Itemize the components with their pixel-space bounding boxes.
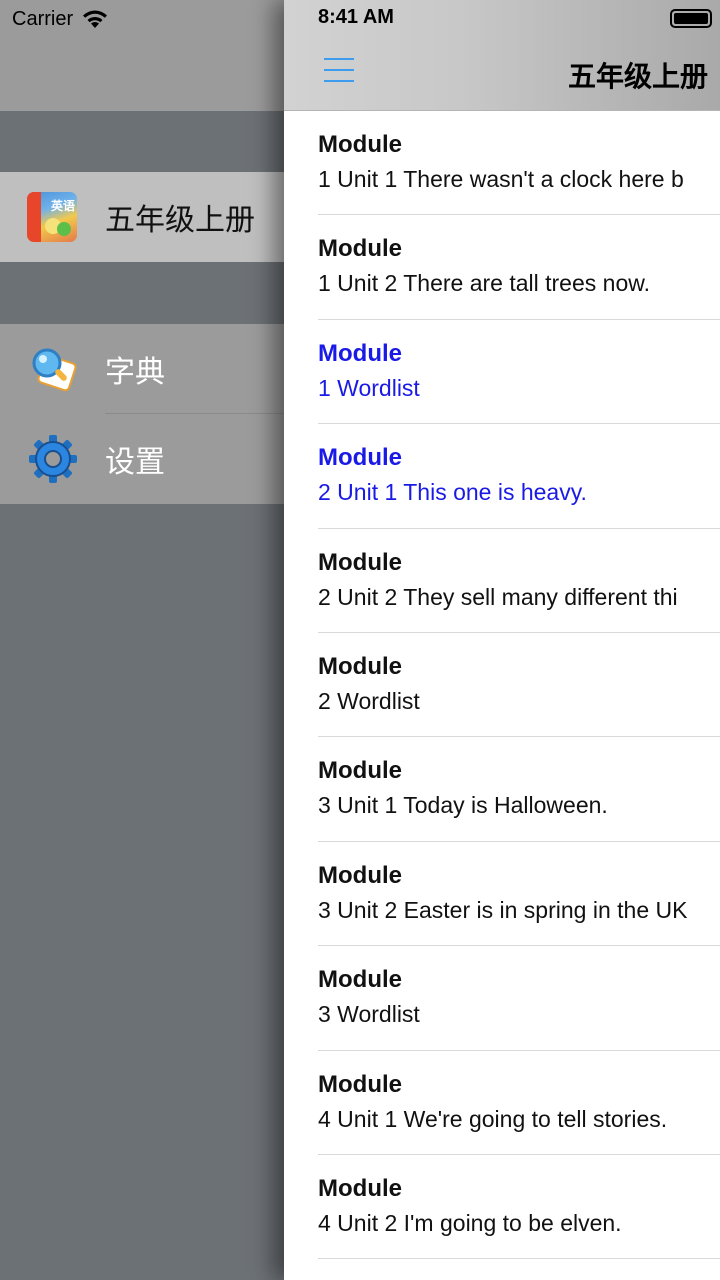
list-item[interactable]: Module 3 Unit 1 Today is Halloween. — [284, 737, 720, 843]
list-item[interactable]: Module 1 Unit 2 There are tall trees now… — [284, 215, 720, 321]
app-screen: Carrier 英语 五年级上册 字典 设置 8:41 AM 五年级上册 Mod… — [0, 0, 720, 1280]
list-item-title: Module — [318, 861, 402, 889]
side-menu-item-book[interactable]: 英语 五年级上册 — [0, 172, 300, 262]
list-item[interactable]: Module 4 Unit 1 We're going to tell stor… — [284, 1051, 720, 1156]
list-item-subtitle: 1 Wordlist — [318, 374, 420, 401]
status-bar-left: Carrier — [12, 6, 109, 32]
list-item-subtitle: 2 Unit 1 This one is heavy. — [318, 479, 587, 506]
list-item-subtitle: 3 Unit 1 Today is Halloween. — [318, 792, 608, 819]
list-item-subtitle: 4 Unit 2 I'm going to be elven. — [318, 1209, 622, 1236]
status-time: 8:41 AM — [318, 6, 394, 28]
main-panel: 8:41 AM 五年级上册 Module 1 Unit 1 There wasn… — [284, 0, 720, 1280]
list-item-title: Module — [318, 757, 402, 785]
side-menu-header: Carrier — [0, 0, 300, 111]
list-item[interactable]: Module 1 Unit 1 There wasn't a clock her… — [284, 111, 720, 216]
list-item-subtitle: 2 Unit 2 They sell many different thi — [318, 583, 678, 610]
list-item-title: Module — [318, 548, 402, 576]
gear-icon — [29, 435, 77, 483]
wifi-icon — [83, 10, 108, 28]
list-item-title: Module — [318, 444, 402, 472]
side-menu-item-label: 字典 — [105, 356, 165, 389]
list-item[interactable]: Module 4 Unit 2 I'm going to be elven. — [284, 1155, 720, 1260]
page-title: 五年级上册 — [568, 61, 709, 92]
list-item-subtitle: 3 Unit 2 Easter is in spring in the UK — [318, 896, 688, 923]
lesson-list: Module 1 Unit 1 There wasn't a clock her… — [284, 111, 720, 1260]
side-menu: Carrier 英语 五年级上册 字典 设置 — [0, 0, 300, 1280]
english-book-cover-icon: 英语 — [27, 192, 77, 242]
list-item-title: Module — [318, 1070, 402, 1098]
side-menu-item-label: 设置 — [105, 446, 165, 479]
side-menu-item-settings[interactable]: 设置 — [0, 414, 300, 504]
list-item-title: Module — [318, 652, 402, 680]
list-item[interactable]: Module 3 Unit 2 Easter is in spring in t… — [284, 842, 720, 947]
side-menu-item-label: 五年级上册 — [105, 204, 255, 237]
list-item[interactable]: Module 2 Unit 1 This one is heavy. — [284, 424, 720, 529]
list-item-subtitle: 4 Unit 1 We're going to tell stories. — [318, 1105, 668, 1132]
hamburger-menu-icon[interactable] — [324, 58, 354, 84]
carrier-label: Carrier — [12, 7, 74, 30]
list-item[interactable]: Module 3 Wordlist — [284, 946, 720, 1051]
list-item-title: Module — [318, 966, 402, 994]
list-item[interactable]: Module 1 Wordlist — [284, 320, 720, 425]
list-item-subtitle: 1 Unit 2 There are tall trees now. — [318, 270, 650, 297]
battery-icon — [670, 9, 712, 28]
list-item-title: Module — [318, 235, 402, 263]
navigation-bar: 8:41 AM 五年级上册 — [284, 0, 720, 111]
list-item-subtitle: 2 Wordlist — [318, 687, 420, 714]
list-item-title: Module — [318, 339, 402, 367]
list-item-title: Module — [318, 131, 402, 158]
list-item-title: Module — [318, 1174, 402, 1202]
dictionary-search-icon — [32, 348, 77, 392]
list-item-subtitle: 1 Unit 1 There wasn't a clock here b — [318, 166, 684, 192]
list-item[interactable]: Module 2 Unit 2 They sell many different… — [284, 529, 720, 634]
side-menu-item-dictionary[interactable]: 字典 — [0, 324, 300, 414]
list-item[interactable]: Module 2 Wordlist — [284, 633, 720, 738]
list-item-subtitle: 3 Wordlist — [318, 1001, 420, 1028]
